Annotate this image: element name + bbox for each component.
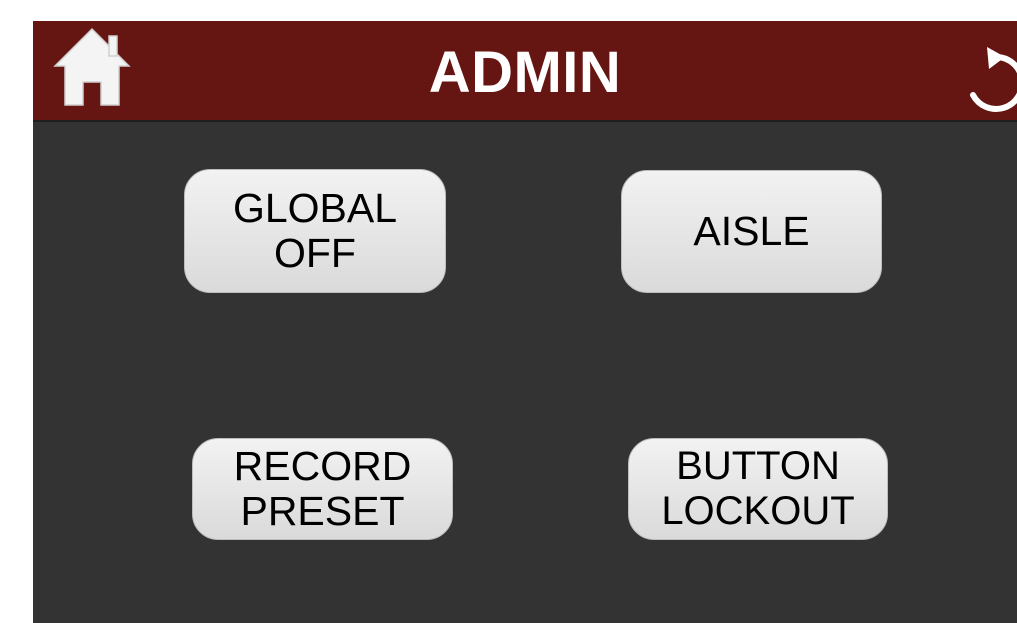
button-lockout-label-line2: LOCKOUT bbox=[661, 489, 855, 533]
header-bar: ADMIN bbox=[33, 21, 1017, 122]
button-lockout-label-line1: BUTTON bbox=[676, 444, 840, 488]
record-preset-label-line2: PRESET bbox=[240, 488, 405, 534]
record-preset-button[interactable]: RECORD PRESET bbox=[192, 438, 453, 540]
admin-screen: ADMIN GLOBAL OFF AISLE RECORD PRESET BUT… bbox=[33, 21, 1017, 623]
back-arrow-icon bbox=[970, 47, 1017, 112]
global-off-label-line2: OFF bbox=[274, 230, 356, 276]
aisle-label: AISLE bbox=[693, 208, 810, 254]
page-title: ADMIN bbox=[428, 40, 622, 105]
aisle-button[interactable]: AISLE bbox=[621, 170, 882, 293]
global-off-button[interactable]: GLOBAL OFF bbox=[184, 169, 446, 293]
button-lockout-button[interactable]: BUTTON LOCKOUT bbox=[628, 438, 888, 540]
record-preset-label-line1: RECORD bbox=[233, 443, 412, 489]
global-off-label-line1: GLOBAL bbox=[232, 185, 398, 231]
back-button[interactable] bbox=[963, 43, 1017, 113]
